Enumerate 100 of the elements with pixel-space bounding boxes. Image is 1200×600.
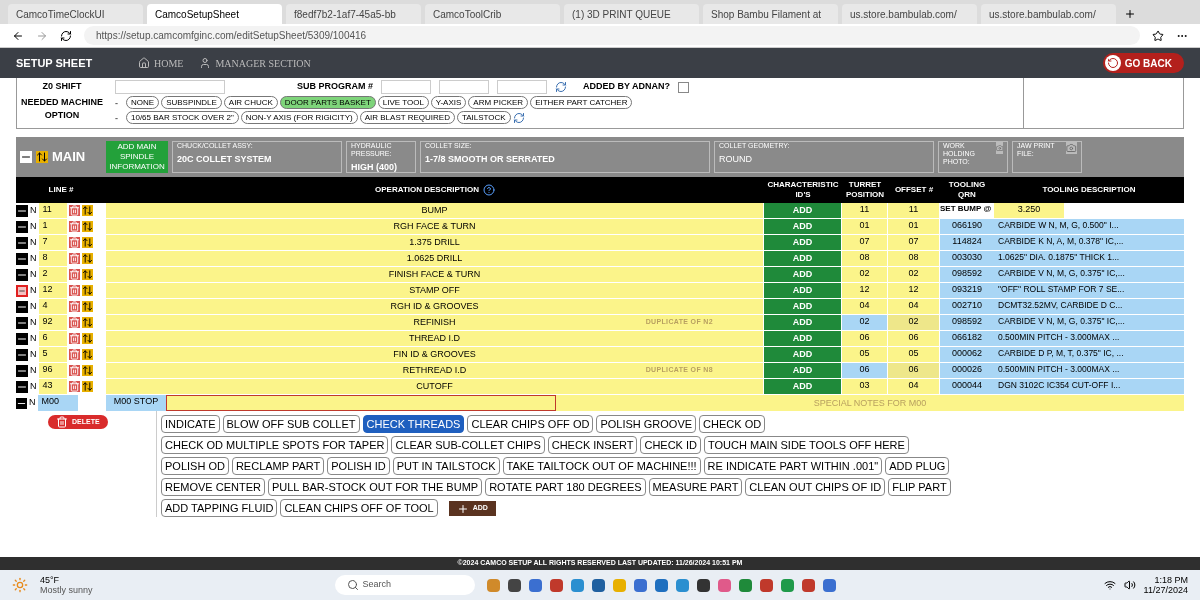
quick-note-button[interactable]: ADD PLUG bbox=[885, 457, 950, 475]
collapse-icon[interactable] bbox=[16, 268, 28, 281]
trash-icon[interactable] bbox=[68, 285, 80, 296]
browser-tab[interactable]: Shop Bambu Filament at bbox=[703, 4, 838, 24]
quick-note-button[interactable]: MEASURE PART bbox=[648, 478, 743, 496]
help-icon[interactable] bbox=[482, 184, 495, 196]
refresh-icon[interactable] bbox=[60, 29, 72, 42]
line-number[interactable]: 2 bbox=[38, 267, 67, 282]
browser-tab[interactable]: CamcoTimeClockUI bbox=[8, 4, 143, 24]
add-button[interactable]: ADD bbox=[764, 235, 842, 250]
quick-note-button[interactable]: CLEAR CHIPS OFF OD bbox=[467, 415, 594, 433]
option-chip[interactable]: SUBSPINDLE bbox=[161, 96, 222, 109]
quick-note-button[interactable]: TAKE TAILTOCK OUT OF MACHINE!!! bbox=[502, 457, 701, 475]
quick-note-button[interactable]: ADD TAPPING FLUID bbox=[161, 499, 278, 517]
browser-tab[interactable]: us.store.bambulab.com/ bbox=[842, 4, 977, 24]
manager-section-link[interactable]: MANAGER SECTION bbox=[199, 55, 311, 71]
collapse-icon[interactable] bbox=[16, 332, 28, 345]
trash-icon[interactable] bbox=[68, 317, 80, 328]
collapse-icon[interactable] bbox=[16, 300, 28, 313]
browser-tab[interactable]: CamcoSetupSheet bbox=[147, 4, 282, 24]
option-chip[interactable]: 10/65 BAR STOCK OVER 2" bbox=[126, 111, 239, 124]
add-button[interactable]: ADD bbox=[764, 251, 842, 266]
line-number[interactable]: 4 bbox=[38, 299, 67, 314]
option-chip[interactable]: AIR CHUCK bbox=[223, 96, 278, 109]
swap-icon[interactable] bbox=[81, 301, 93, 312]
browser-tab[interactable]: f8edf7b2-1af7-45a5-bb bbox=[286, 4, 421, 24]
collapse-icon[interactable] bbox=[16, 252, 28, 265]
volume-icon[interactable] bbox=[1123, 579, 1136, 591]
swap-icon[interactable] bbox=[81, 381, 93, 392]
quick-note-button[interactable]: CLEAN OUT CHIPS OF ID bbox=[745, 478, 886, 496]
option-chip[interactable]: EITHER PART CATCHER bbox=[530, 96, 633, 109]
browser-tab[interactable]: CamcoToolCrib bbox=[425, 4, 560, 24]
swap-icon[interactable] bbox=[81, 333, 93, 344]
go-back-button[interactable]: GO BACK bbox=[1102, 53, 1184, 73]
collapse-icon[interactable] bbox=[16, 204, 28, 217]
option-chip[interactable]: AIR BLAST REQUIRED bbox=[359, 111, 455, 124]
line-number[interactable]: 96 bbox=[38, 363, 67, 378]
operation-cell[interactable]: 1.0625 DRILL bbox=[106, 251, 764, 266]
swap-icon[interactable] bbox=[81, 349, 93, 360]
add-button[interactable]: ADD bbox=[764, 331, 842, 346]
operation-cell[interactable]: FIN ID & GROOVES bbox=[106, 347, 764, 362]
quick-note-button[interactable]: PULL BAR-STOCK OUT FOR THE BUMP bbox=[267, 478, 483, 496]
line-number[interactable]: 1 bbox=[38, 219, 67, 234]
trash-icon[interactable] bbox=[68, 205, 80, 216]
collapse-icon[interactable] bbox=[16, 316, 28, 329]
quick-note-button[interactable]: CHECK INSERT bbox=[547, 436, 638, 454]
trash-icon[interactable] bbox=[68, 349, 80, 360]
add-button[interactable]: ADD bbox=[764, 299, 842, 314]
add-button[interactable]: ADD bbox=[764, 379, 842, 394]
collapse-icon[interactable] bbox=[16, 364, 28, 377]
option-chip[interactable]: LIVE TOOL bbox=[377, 96, 429, 109]
trash-icon[interactable] bbox=[68, 253, 80, 264]
wifi-icon[interactable] bbox=[1103, 579, 1116, 591]
swap-icon[interactable] bbox=[81, 317, 93, 328]
collapse-icon[interactable] bbox=[16, 236, 28, 249]
quick-note-button[interactable]: CHECK THREADS bbox=[362, 415, 465, 433]
quick-note-button[interactable]: ROTATE PART 180 DEGREES bbox=[485, 478, 646, 496]
trash-icon[interactable] bbox=[68, 301, 80, 312]
operation-cell[interactable]: 1.375 DRILL bbox=[106, 235, 764, 250]
quick-note-button[interactable]: INDICATE bbox=[161, 415, 220, 433]
trash-icon[interactable] bbox=[68, 365, 80, 376]
operation-cell[interactable]: BUMP bbox=[106, 203, 764, 218]
add-button[interactable]: ADD bbox=[764, 203, 842, 218]
bump-value[interactable]: 3.250 bbox=[994, 203, 1064, 218]
line-number[interactable]: 6 bbox=[38, 331, 67, 346]
add-button[interactable]: ADD bbox=[764, 315, 842, 330]
quick-note-button[interactable]: CLEAR SUB-COLLET CHIPS bbox=[391, 436, 545, 454]
new-tab-icon[interactable] bbox=[1124, 8, 1136, 20]
quick-note-button[interactable]: POLISH GROOVE bbox=[596, 415, 697, 433]
quick-note-button[interactable]: PUT IN TAILSTOCK bbox=[392, 457, 500, 475]
option-chip[interactable]: TAILSTOCK bbox=[456, 111, 511, 124]
option-chip[interactable]: NONE bbox=[126, 96, 160, 109]
line-number[interactable]: 8 bbox=[38, 251, 67, 266]
quick-note-button[interactable]: FLIP PART bbox=[888, 478, 951, 496]
add-button[interactable]: ADD bbox=[764, 219, 842, 234]
quick-note-button[interactable]: POLISH OD bbox=[161, 457, 229, 475]
swap-icon[interactable] bbox=[81, 205, 93, 216]
operation-cell[interactable]: STAMP OFF bbox=[106, 283, 764, 298]
quick-note-button[interactable]: CHECK OD MULTIPLE SPOTS FOR TAPER bbox=[161, 436, 389, 454]
quick-note-button[interactable]: CHECK OD bbox=[699, 415, 766, 433]
option-chip[interactable]: ARM PICKER bbox=[468, 96, 529, 109]
trash-icon[interactable] bbox=[68, 237, 80, 248]
add-button[interactable]: ADD bbox=[764, 347, 842, 362]
quick-note-button[interactable]: RECLAMP PART bbox=[231, 457, 325, 475]
camera-icon[interactable] bbox=[1066, 142, 1077, 154]
operation-cell[interactable]: THREAD I.D bbox=[106, 331, 764, 346]
operation-cell[interactable]: RGH FACE & TURN bbox=[106, 219, 764, 234]
line-number[interactable]: 12 bbox=[38, 283, 67, 298]
input-field[interactable] bbox=[166, 395, 556, 411]
taskbar-search-field[interactable]: Search bbox=[334, 575, 475, 595]
option-chip[interactable]: Y-AXIS bbox=[430, 96, 467, 109]
quick-note-button[interactable]: REMOVE CENTER bbox=[161, 478, 265, 496]
checkbox[interactable] bbox=[678, 81, 690, 93]
line-number[interactable]: 5 bbox=[38, 347, 67, 362]
collapse-icon[interactable] bbox=[16, 397, 27, 409]
swap-icon[interactable] bbox=[36, 151, 48, 163]
back-icon[interactable] bbox=[12, 29, 24, 42]
favorite-icon[interactable] bbox=[1152, 29, 1164, 42]
swap-icon[interactable] bbox=[81, 285, 93, 296]
collapse-icon[interactable] bbox=[16, 380, 28, 393]
